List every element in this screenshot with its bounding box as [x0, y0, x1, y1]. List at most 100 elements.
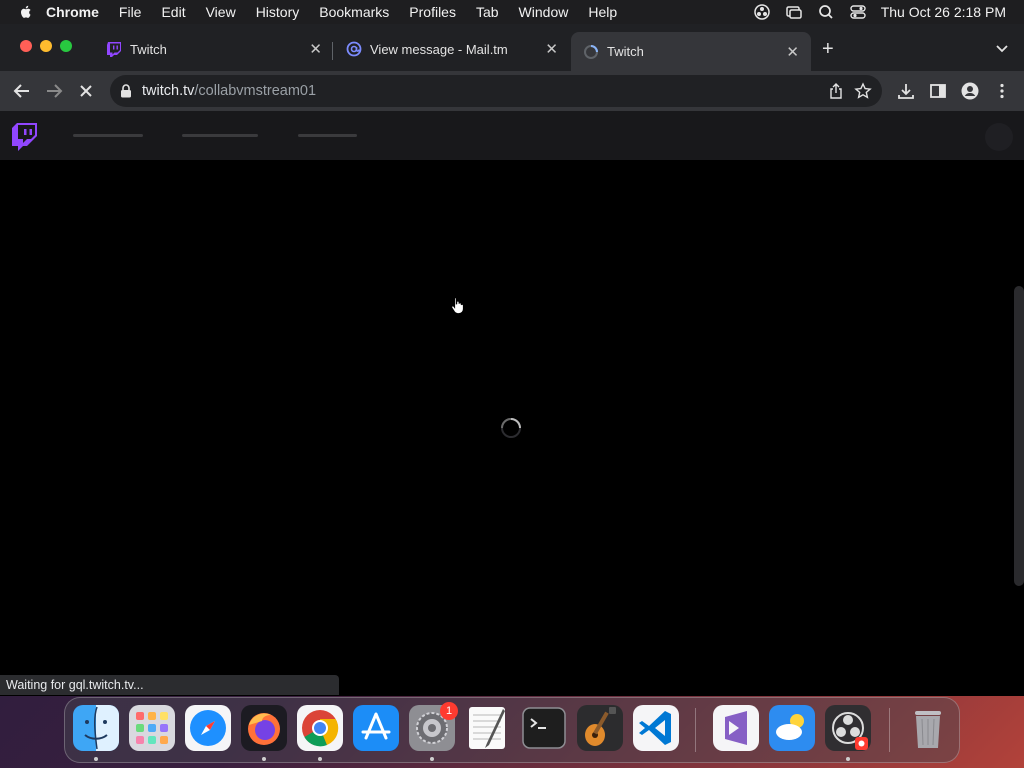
stop-loading-icon[interactable] — [76, 81, 96, 101]
dock-obs[interactable] — [825, 705, 871, 751]
tab-title: Twitch — [607, 44, 644, 59]
tab-twitch-active[interactable]: Twitch ✕ — [571, 32, 811, 71]
menu-profiles[interactable]: Profiles — [409, 4, 456, 20]
screen-mirroring-icon[interactable] — [785, 4, 803, 20]
address-bar[interactable]: twitch.tv/collabvmstream01 — [110, 75, 882, 107]
nav-skeleton-more — [298, 134, 357, 137]
mailtm-icon — [346, 41, 362, 57]
textedit-icon — [469, 707, 505, 749]
maximize-window-button[interactable] — [60, 40, 72, 52]
menu-help[interactable]: Help — [588, 4, 617, 20]
dock — [64, 697, 960, 763]
finder-icon — [73, 705, 119, 751]
menu-view[interactable]: View — [206, 4, 236, 20]
hand-cursor-icon — [451, 297, 464, 314]
obs-status-icon[interactable] — [753, 4, 771, 20]
tab-divider — [332, 42, 333, 60]
side-panel-icon[interactable] — [928, 81, 948, 101]
tab-mailtm[interactable]: View message - Mail.tm ✕ — [334, 32, 570, 66]
menu-edit[interactable]: Edit — [161, 4, 185, 20]
profile-icon[interactable] — [960, 81, 980, 101]
minimize-window-button[interactable] — [40, 40, 52, 52]
firefox-icon — [241, 705, 287, 751]
dock-trash[interactable] — [905, 705, 951, 751]
settings-notification-badge: 1 — [440, 702, 458, 720]
safari-icon — [185, 705, 231, 751]
close-window-button[interactable] — [20, 40, 32, 52]
dock-app-store[interactable] — [353, 705, 399, 751]
tab-search-chevron-icon[interactable] — [994, 40, 1010, 56]
menu-clock[interactable]: Thu Oct 26 2:18 PM — [881, 4, 1006, 20]
twitch-icon — [107, 42, 121, 57]
twitch-top-nav — [0, 111, 1024, 160]
nav-skeleton-following — [73, 134, 143, 137]
menu-bookmarks[interactable]: Bookmarks — [319, 4, 389, 20]
url-path: /collabvmstream01 — [194, 83, 317, 99]
loading-icon — [584, 44, 598, 59]
tab-twitch-1[interactable]: Twitch ✕ — [94, 32, 334, 66]
dock-launchpad[interactable] — [129, 705, 175, 751]
dock-vscode[interactable] — [633, 705, 679, 751]
visual-studio-icon — [713, 705, 759, 751]
tab-strip: Twitch ✕ View message - Mail.tm ✕ Twitch… — [0, 24, 1024, 71]
dock-finder[interactable] — [73, 705, 119, 751]
dock-terminal[interactable] — [521, 705, 567, 751]
status-text: Waiting for gql.twitch.tv... — [6, 678, 144, 692]
vscode-icon — [633, 705, 679, 751]
apple-icon[interactable] — [18, 4, 34, 20]
avatar[interactable] — [985, 123, 1013, 151]
url-text[interactable]: twitch.tv/collabvmstream01 — [142, 83, 316, 99]
new-tab-button[interactable]: + — [822, 38, 834, 61]
more-options-icon[interactable] — [992, 81, 1012, 101]
garageband-icon — [577, 705, 623, 751]
close-tab-icon[interactable]: ✕ — [309, 40, 322, 58]
menu-tab[interactable]: Tab — [476, 4, 499, 20]
menu-file[interactable]: File — [119, 4, 142, 20]
obs-icon — [825, 705, 871, 751]
control-center-icon[interactable] — [849, 4, 867, 20]
dock-textedit[interactable] — [465, 705, 511, 751]
close-tab-icon[interactable]: ✕ — [786, 43, 799, 61]
menu-bar: Chrome File Edit View History Bookmarks … — [0, 0, 1024, 24]
tab-title: View message - Mail.tm — [370, 41, 508, 57]
dock-weather[interactable] — [769, 705, 815, 751]
twitch-logo-icon[interactable] — [12, 123, 38, 151]
forward-arrow-icon[interactable] — [44, 81, 64, 101]
running-indicator — [318, 757, 322, 761]
back-arrow-icon[interactable] — [12, 81, 32, 101]
terminal-icon — [522, 707, 566, 749]
running-indicator — [262, 757, 266, 761]
running-indicator — [94, 757, 98, 761]
running-indicator — [846, 757, 850, 761]
dock-garageband[interactable] — [577, 705, 623, 751]
dock-safari[interactable] — [185, 705, 231, 751]
weather-icon — [769, 705, 815, 751]
browser-toolbar: twitch.tv/collabvmstream01 — [0, 71, 1024, 111]
page-scrollbar[interactable] — [1014, 286, 1024, 586]
trash-icon — [915, 711, 941, 748]
dock-divider — [889, 708, 890, 752]
window-controls — [20, 40, 72, 52]
launchpad-icon — [129, 705, 175, 751]
chrome-icon — [297, 705, 343, 751]
lock-icon[interactable] — [120, 84, 132, 98]
download-icon[interactable] — [896, 81, 916, 101]
spotlight-search-icon[interactable] — [817, 4, 835, 20]
menu-chrome[interactable]: Chrome — [46, 4, 99, 20]
dock-divider — [695, 708, 696, 752]
close-tab-icon[interactable]: ✕ — [545, 40, 558, 58]
menu-extras: Thu Oct 26 2:18 PM — [753, 4, 1024, 20]
status-bubble: Waiting for gql.twitch.tv... — [0, 675, 339, 695]
bookmark-star-icon[interactable] — [854, 82, 872, 100]
nav-skeleton-browse — [182, 134, 258, 137]
app-store-icon — [353, 705, 399, 751]
dock-visual-studio[interactable] — [713, 705, 759, 751]
tab-title: Twitch — [130, 41, 167, 57]
page-viewport: Waiting for gql.twitch.tv... — [0, 111, 1024, 696]
menu-history[interactable]: History — [256, 4, 300, 20]
dock-chrome[interactable] — [297, 705, 343, 751]
running-indicator — [430, 757, 434, 761]
dock-firefox[interactable] — [241, 705, 287, 751]
share-icon[interactable] — [828, 83, 844, 99]
menu-window[interactable]: Window — [519, 4, 569, 20]
